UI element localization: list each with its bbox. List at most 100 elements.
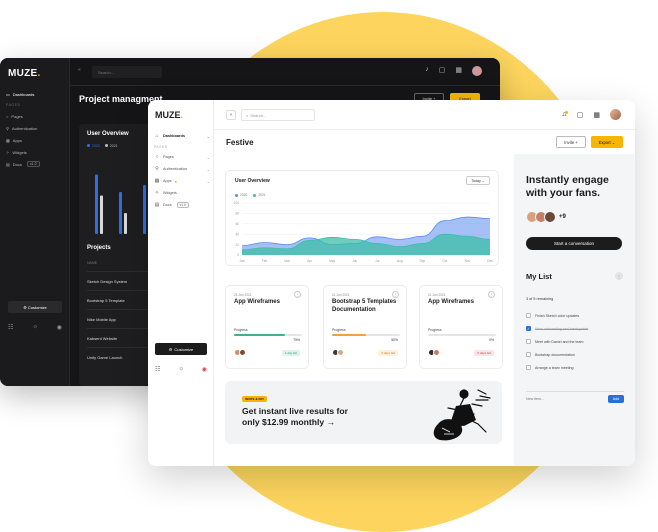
dark-sidebar-item-widgets[interactable]: ✧ Widgets xyxy=(6,146,64,158)
dark-sidebar-item-dashboards[interactable]: ▭ Dashboards xyxy=(6,88,64,100)
sun-icon[interactable]: ☼ xyxy=(32,324,38,331)
task-list: Finish Sketch color updates ✓ View onboar… xyxy=(526,309,624,374)
dark-sidebar-item-pages[interactable]: ○ Pages xyxy=(6,110,64,122)
sidebar-item-docs[interactable]: ▤ Docs v1.0 xyxy=(154,199,210,211)
task-checkbox[interactable] xyxy=(526,365,531,370)
more-icon[interactable]: ⋮ xyxy=(294,291,301,298)
my-list-title: My List xyxy=(526,272,552,281)
settings-icon[interactable]: ☷ xyxy=(155,366,160,373)
list-item[interactable]: Finish Sketch color updates xyxy=(526,309,624,322)
new-item-input[interactable]: New item... xyxy=(526,397,544,401)
sidebar-item-dashboards[interactable]: ⌂ Dashboards ⌄ xyxy=(154,130,210,142)
project-card[interactable]: 21 Jun 2021 ⋮ App Wireframes Progress 75… xyxy=(225,285,309,369)
dark-bar-chart: JanFebMar xyxy=(95,174,151,242)
dark-customize-button[interactable]: ⚙ Customize xyxy=(8,301,62,313)
area-chart: 0 20 40 60 80 100 Jan Feb Mar Apr May Jun Jul Aug Sep O… xyxy=(234,201,494,263)
topbar: « ⌕ Search... ♫ ▢ ▦ xyxy=(214,100,635,130)
table-row[interactable]: Kabsent Website xyxy=(87,328,153,347)
grid-icon[interactable]: ▦ xyxy=(455,66,462,76)
table-row[interactable]: Nike Mobile App xyxy=(87,309,153,328)
progress-label: Progress xyxy=(428,328,442,332)
avatar[interactable] xyxy=(610,109,621,120)
dark-chart-title: User Overview xyxy=(87,131,129,137)
task-checkbox[interactable] xyxy=(526,339,531,344)
docs-version-badge: v1.0 xyxy=(176,202,189,208)
start-conversation-button[interactable]: Start a conversation xyxy=(526,237,622,250)
apps-icon: ▦ xyxy=(6,137,10,143)
list-item[interactable]: Meet with Daniel and the team xyxy=(526,335,624,348)
avatar xyxy=(433,349,440,356)
x-tick-label: Mar xyxy=(284,259,290,263)
project-card[interactable]: 21 Jun 2021 ⋮ Bootstrap 5 Templates Docu… xyxy=(323,285,407,369)
y-tick-label: 100 xyxy=(234,201,240,205)
chat-icon[interactable]: ▢ xyxy=(439,66,446,76)
task-checkbox[interactable] xyxy=(526,352,531,357)
dark-projects-list: Sketch Design System Bootstrap 5 Templat… xyxy=(87,271,153,366)
avatar xyxy=(239,349,246,356)
promo-banner[interactable]: INVITE & PAY Get instant live results fo… xyxy=(225,381,502,444)
running-person-illustration xyxy=(433,389,491,441)
search-input[interactable]: ⌕ Search... xyxy=(241,109,315,121)
sidebar-item-authentication[interactable]: ⚲ Authentication ⌄ xyxy=(154,163,210,175)
task-checkbox[interactable] xyxy=(526,313,531,318)
collapse-icon[interactable]: « xyxy=(78,67,81,73)
table-row[interactable]: Sketch Design System xyxy=(87,271,153,290)
dark-sidebar-item-authentication[interactable]: ⚲ Authentication xyxy=(6,122,64,134)
bar-2021-Jan xyxy=(100,195,103,234)
logo[interactable]: MUZE. xyxy=(155,110,183,120)
y-tick-label: 20 xyxy=(235,243,239,247)
table-row[interactable]: Bootstrap 5 Template xyxy=(87,290,153,309)
bell-icon[interactable]: ♪ xyxy=(425,66,429,76)
project-card[interactable]: 21 Jun 2021 ⋮ App Wireframes Progress 0%… xyxy=(419,285,503,369)
list-item[interactable]: ✓ View onboarding and breakpoints xyxy=(526,322,624,335)
bar-2020-Jan xyxy=(95,174,98,234)
bar-2021-Feb xyxy=(124,213,127,234)
dark-sidebar-item-apps[interactable]: ▦ Apps xyxy=(6,134,64,146)
list-item[interactable]: Arrange a team meeting xyxy=(526,361,624,374)
extra-count: +9 xyxy=(559,214,566,220)
legend-2020: 2020 xyxy=(87,144,100,148)
new-item-row: New item... Add xyxy=(526,391,624,403)
more-icon[interactable]: ⋮ xyxy=(392,291,399,298)
more-icon[interactable]: ⋮ xyxy=(615,272,623,280)
chevron-down-icon: ⌄ xyxy=(206,154,210,160)
chat-icon[interactable]: ▢ xyxy=(577,111,584,119)
dark-projects-title: Projects xyxy=(87,245,111,251)
docs-icon: ▤ xyxy=(154,202,160,208)
invite-button[interactable]: Invite + xyxy=(556,136,586,148)
sun-icon[interactable]: ☼ xyxy=(178,366,184,373)
customize-button[interactable]: ⚙ Customize xyxy=(155,343,207,355)
legend-2021: 2021 xyxy=(105,144,118,148)
user-overview-card: User Overview Today ⌄ 2020 2021 0 20 40 60 8… xyxy=(225,170,499,266)
avatar[interactable] xyxy=(472,66,482,76)
bell-icon[interactable]: ♫ xyxy=(562,111,569,118)
dark-sidebar-item-docs[interactable]: ▤ Docs v1.0 xyxy=(6,158,64,170)
list-item[interactable]: Bootstrap documentation xyxy=(526,348,624,361)
dark-projects-card: Projects NAME Sketch Design System Boots… xyxy=(79,238,159,386)
flag-icon[interactable]: ◉ xyxy=(57,324,62,331)
dark-search-input[interactable]: Search... xyxy=(92,66,162,78)
bar-2020-Mar xyxy=(143,185,146,234)
chevron-down-icon: ⌄ xyxy=(206,166,210,172)
sidebar-item-widgets[interactable]: ✧ Widgets xyxy=(154,187,210,199)
dark-logo[interactable]: MUZE. xyxy=(8,68,41,79)
add-button[interactable]: Add xyxy=(608,394,624,403)
more-icon[interactable]: ⋮ xyxy=(488,291,495,298)
sidebar-item-pages[interactable]: ○ Pages ⌄ xyxy=(154,151,210,163)
task-checkbox[interactable]: ✓ xyxy=(526,326,531,331)
settings-icon[interactable]: ☷ xyxy=(8,324,13,331)
export-button[interactable]: Export ⌄ xyxy=(591,136,623,148)
progress-percent: 50% xyxy=(391,338,398,342)
flag-icon[interactable]: ◉ xyxy=(202,366,207,373)
sidebar-nav: ⌂ Dashboards ⌄ PAGES ○ Pages ⌄ ⚲ Authenticati… xyxy=(154,130,210,211)
apps-dot-icon: ● xyxy=(174,178,178,184)
dark-sidebar-nav: ▭ Dashboards PAGES ○ Pages ⚲ Authentication… xyxy=(6,88,64,170)
lock-icon: ⚲ xyxy=(155,166,159,172)
table-row[interactable]: Unity Game Launch xyxy=(87,347,153,366)
collapse-icon[interactable]: « xyxy=(226,110,236,120)
widgets-icon: ✧ xyxy=(154,190,160,196)
progress-fill xyxy=(332,334,366,336)
dark-sidebar: MUZE. ▭ Dashboards PAGES ○ Pages ⚲ Authenti… xyxy=(0,58,70,386)
sidebar-item-apps[interactable]: ▦ Apps ● ⌄ xyxy=(154,175,210,187)
grid-icon[interactable]: ▦ xyxy=(593,111,600,119)
